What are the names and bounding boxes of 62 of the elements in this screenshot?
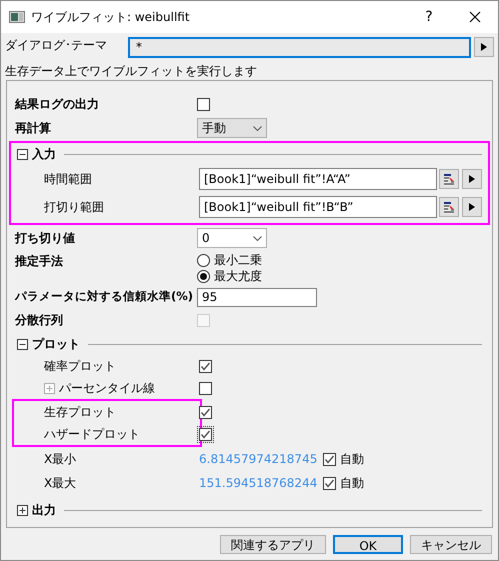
field-label: 時間範囲 bbox=[43, 171, 93, 188]
worksheet-select-icon bbox=[443, 173, 456, 185]
play-icon bbox=[469, 175, 475, 183]
checkbox[interactable] bbox=[323, 476, 336, 490]
dialog-button[interactable]: OK bbox=[333, 535, 403, 554]
section-title: プロット bbox=[32, 336, 80, 353]
dialog-button[interactable]: キャンセル bbox=[410, 535, 492, 554]
section-title: 入力 bbox=[32, 146, 56, 163]
radio-label: 最大尤度 bbox=[214, 268, 262, 285]
range-field[interactable]: [Book1]“weibull fit”!B“B” bbox=[199, 196, 438, 218]
checkbox[interactable] bbox=[199, 360, 212, 372]
chevron-down-icon bbox=[253, 236, 262, 240]
radio-button[interactable] bbox=[197, 270, 210, 282]
checkbox[interactable] bbox=[197, 98, 210, 110]
select-range-button[interactable] bbox=[439, 197, 459, 217]
collapse-icon[interactable] bbox=[17, 338, 28, 350]
expand-icon[interactable] bbox=[17, 504, 28, 516]
field-label: ハザードプロット bbox=[43, 426, 141, 443]
arrow-button[interactable] bbox=[474, 37, 494, 57]
dropdown[interactable]: 0 bbox=[197, 228, 267, 248]
select-range-button[interactable] bbox=[439, 169, 459, 189]
field-label: X最大 bbox=[43, 475, 78, 492]
checkbox[interactable] bbox=[199, 406, 212, 418]
field-label: 分散行列 bbox=[15, 312, 64, 329]
checkbox[interactable] bbox=[199, 428, 212, 440]
field-label: X最小 bbox=[43, 451, 78, 468]
dialog-button[interactable]: 関連するアプリ bbox=[220, 535, 326, 554]
radio-button[interactable] bbox=[197, 254, 210, 266]
field-label: 生存プロット bbox=[43, 404, 117, 421]
checkbox-label: 自動 bbox=[340, 451, 364, 468]
window-title: ワイブルフィット: weibullfit bbox=[31, 9, 191, 26]
checkbox-label: 自動 bbox=[340, 475, 364, 492]
range-field[interactable]: [Book1]“weibull fit”!A“A” bbox=[199, 168, 438, 190]
field-label: 推定手法 bbox=[15, 253, 64, 270]
field-label: 確率プロット bbox=[43, 358, 117, 375]
arrow-button[interactable] bbox=[462, 169, 482, 189]
close-icon bbox=[469, 11, 481, 23]
field-label: パラメータに対する信頼水準(%) bbox=[15, 288, 194, 306]
chevron-down-icon bbox=[253, 126, 262, 130]
play-icon bbox=[469, 203, 475, 211]
arrow-button[interactable] bbox=[462, 197, 482, 217]
radio-label: 最小二乗 bbox=[214, 252, 262, 269]
field-label: 再計算 bbox=[15, 120, 52, 137]
field-label: 打切り範囲 bbox=[43, 199, 105, 216]
help-button[interactable]: ? bbox=[406, 1, 452, 33]
dropdown[interactable]: 手動 bbox=[197, 118, 267, 138]
collapse-icon[interactable] bbox=[17, 148, 28, 160]
section-title: 出力 bbox=[32, 502, 56, 519]
worksheet-select-icon bbox=[443, 201, 456, 213]
input-field[interactable]: 95 bbox=[197, 288, 317, 306]
theme-label: ダイアログ･テーマ bbox=[5, 37, 108, 54]
field-label: パーセンタイル線 bbox=[59, 380, 155, 397]
field-label: 結果ログの出力 bbox=[15, 96, 100, 113]
description-text: 生存データ上でワイブルフィットを実行します bbox=[4, 63, 258, 80]
play-icon bbox=[481, 43, 487, 51]
checkbox[interactable] bbox=[323, 452, 336, 466]
app-icon bbox=[9, 11, 25, 23]
theme-field[interactable]: * bbox=[128, 36, 471, 58]
checkbox[interactable] bbox=[199, 382, 212, 394]
field-label: 打ち切り値 bbox=[15, 230, 76, 247]
value-text: 151.594518768244 bbox=[199, 475, 318, 492]
value-text: 6.81457974218745 bbox=[199, 451, 318, 468]
